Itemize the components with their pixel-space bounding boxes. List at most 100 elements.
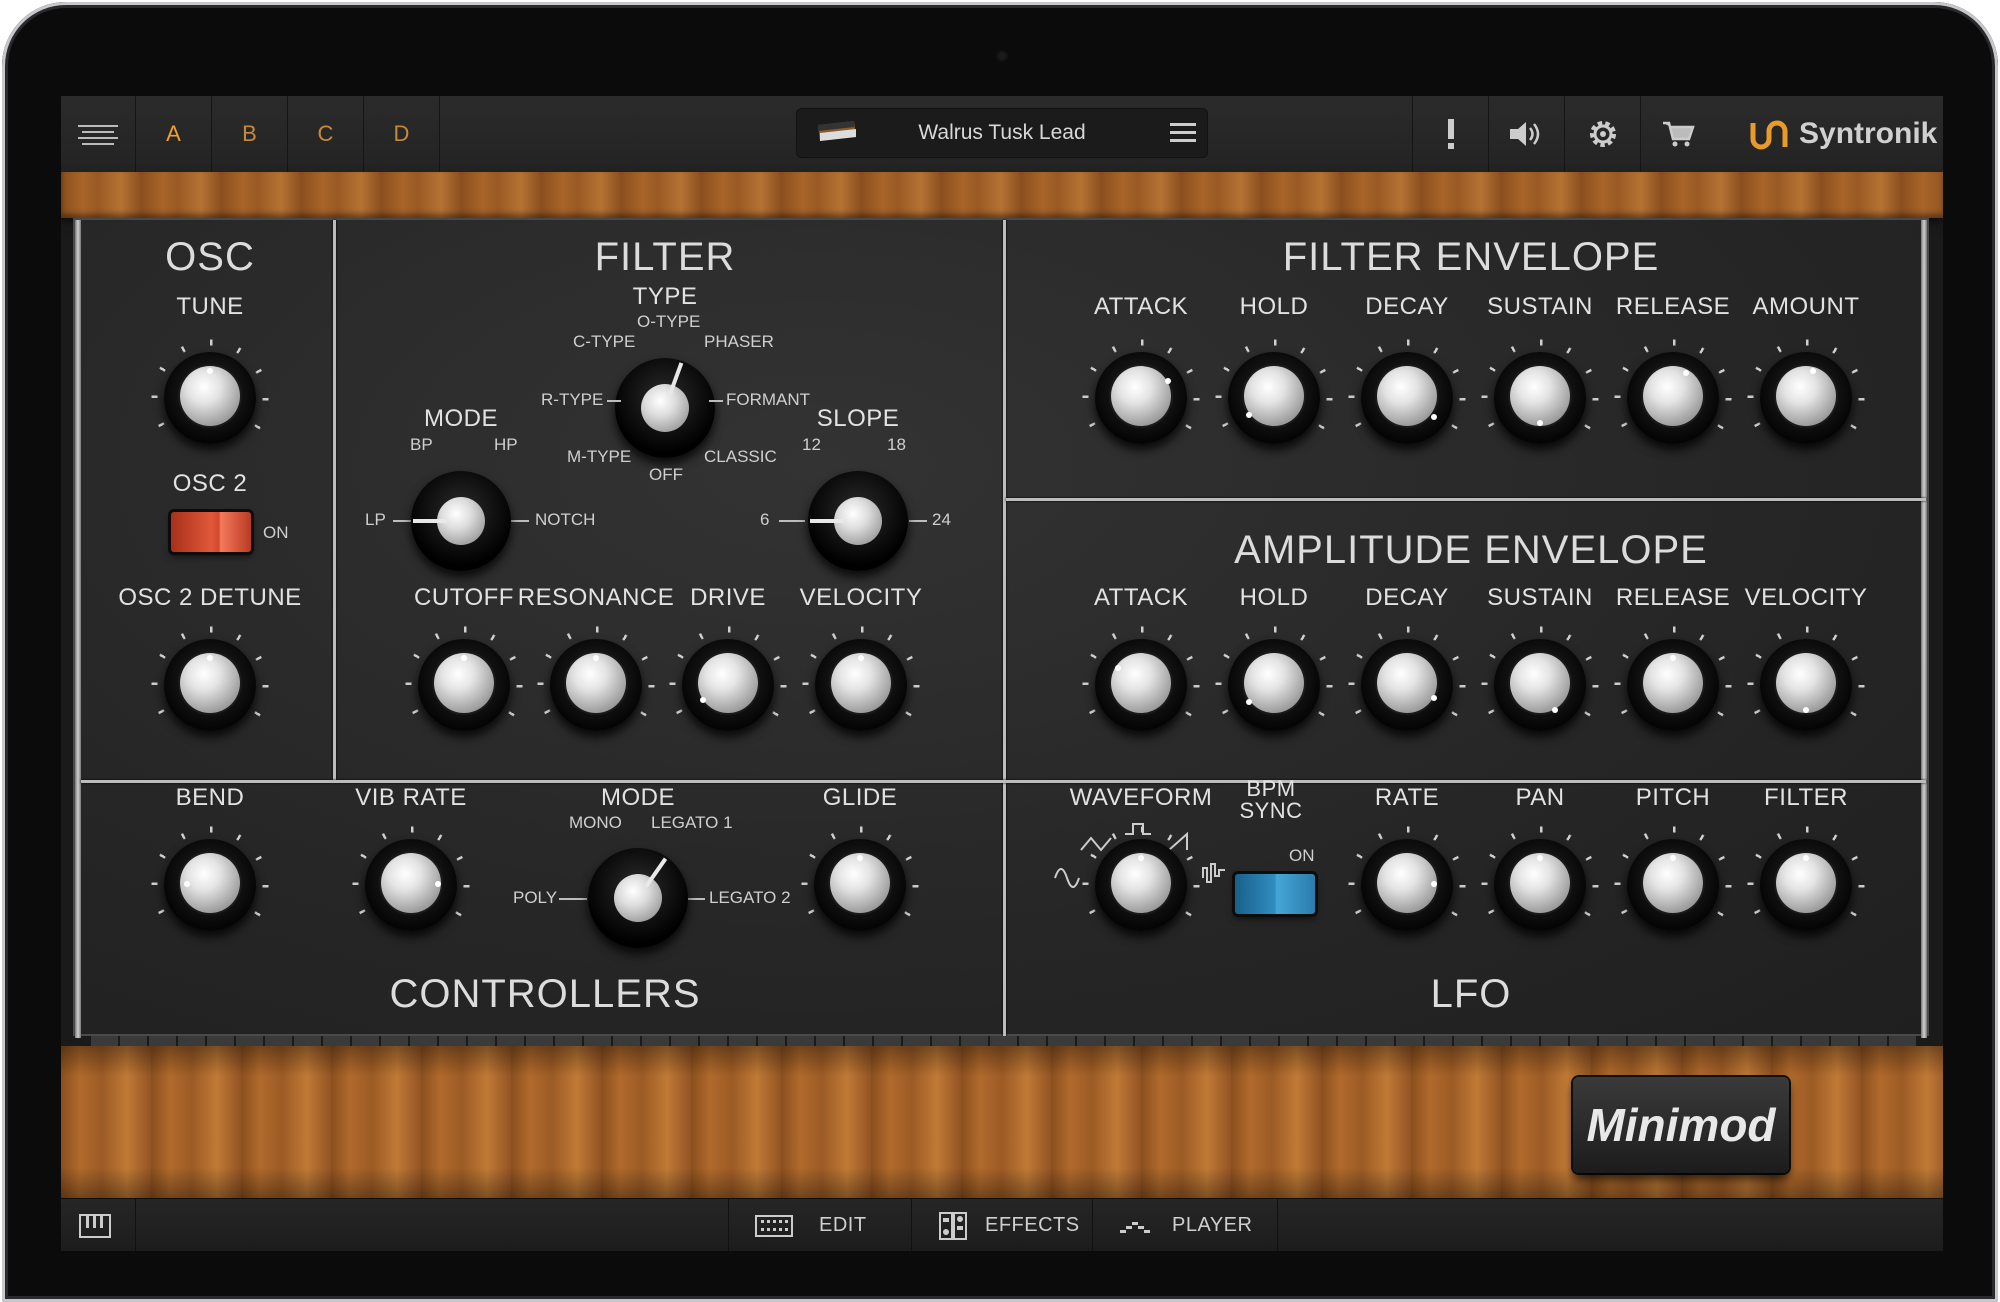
bend-knob[interactable]	[150, 825, 270, 945]
minimod-badge: Minimod	[1573, 1077, 1789, 1173]
osc2-switch[interactable]	[171, 512, 251, 552]
bpm-sync-switch[interactable]	[1235, 874, 1315, 914]
vib-rate-knob[interactable]	[351, 825, 471, 945]
controllers-mode-selector[interactable]	[588, 848, 688, 948]
aenv-decay-label: DECAY	[1365, 584, 1449, 611]
settings-button[interactable]	[1564, 96, 1640, 172]
preset-name: Walrus Tusk Lead	[918, 121, 1086, 144]
cutoff-knob[interactable]	[404, 625, 524, 745]
slot-c-label: C	[317, 121, 334, 146]
type-classic: CLASSIC	[704, 447, 777, 466]
alert-button[interactable]	[1412, 96, 1488, 172]
player-label: PLAYER	[1172, 1214, 1253, 1236]
lfo-filter-knob[interactable]	[1746, 825, 1866, 945]
mode-poly: POLY	[513, 888, 558, 907]
preset-selector[interactable]: Walrus Tusk Lead	[796, 108, 1208, 158]
aenv-hold-knob[interactable]	[1214, 625, 1334, 745]
osc2-label: OSC 2	[172, 470, 248, 497]
right-rail	[1921, 220, 1927, 1038]
slot-d-button[interactable]: D	[364, 96, 440, 172]
edit-tab[interactable]: EDIT	[755, 1199, 867, 1251]
player-tab[interactable]: PLAYER	[1120, 1199, 1252, 1251]
type-phaser: PHASER	[704, 332, 774, 351]
type-line-right	[709, 400, 723, 402]
menu-button[interactable]	[61, 96, 136, 172]
fenv-hold-label: HOLD	[1239, 293, 1309, 320]
tune-knob[interactable]	[150, 338, 270, 458]
aenv-velocity-knob[interactable]	[1746, 625, 1866, 745]
slot-b-label: B	[242, 121, 257, 146]
lfo-rate-label: RATE	[1374, 784, 1440, 811]
bottom-bar: EDIT EFFECTS PLAYER	[61, 1198, 1943, 1251]
slot-c-button[interactable]: C	[288, 96, 364, 172]
filter-type-selector[interactable]	[615, 358, 715, 458]
mode-mono: MONO	[569, 813, 622, 832]
lfo-pitch-knob[interactable]	[1613, 825, 1733, 945]
mode-notch: NOTCH	[535, 510, 596, 529]
effects-label: EFFECTS	[985, 1214, 1080, 1236]
keyboard-button[interactable]	[79, 1199, 111, 1251]
aenv-attack-knob[interactable]	[1081, 625, 1201, 745]
slot-a-label: A	[166, 121, 181, 146]
osc2-detune-knob[interactable]	[150, 625, 270, 745]
mode-line-left	[393, 520, 413, 522]
cutoff-label: CUTOFF	[414, 584, 514, 611]
waveform-knob[interactable]	[1081, 825, 1201, 945]
fenv-decay-label: DECAY	[1365, 293, 1449, 320]
fenv-attack-knob[interactable]	[1081, 338, 1201, 458]
effects-tab[interactable]: EFFECTS	[939, 1199, 1080, 1251]
drive-knob[interactable]	[668, 625, 788, 745]
type-rtype: R-TYPE	[541, 390, 604, 409]
fenv-amount-knob[interactable]	[1746, 338, 1866, 458]
mode-lp: LP	[365, 510, 386, 529]
fenv-hold-knob[interactable]	[1214, 338, 1334, 458]
edit-label: EDIT	[819, 1214, 867, 1236]
resonance-label: RESONANCE	[517, 584, 675, 611]
filter-slope-selector[interactable]	[808, 471, 908, 571]
separator	[135, 1199, 136, 1251]
lfo-pan-knob[interactable]	[1480, 825, 1600, 945]
glide-knob[interactable]	[800, 825, 920, 945]
fenv-release-label: RELEASE	[1615, 293, 1731, 320]
filter-velocity-label: VELOCITY	[799, 584, 923, 611]
resonance-knob[interactable]	[536, 625, 656, 745]
filter-mode-selector[interactable]	[411, 471, 511, 571]
fenv-sustain-knob[interactable]	[1480, 338, 1600, 458]
amp-env-title: AMPLITUDE ENVELOPE	[1234, 528, 1708, 572]
filter-velocity-knob[interactable]	[801, 625, 921, 745]
player-icon	[1120, 1221, 1150, 1233]
tune-label: TUNE	[176, 293, 244, 320]
controllers-mode-label: MODE	[601, 784, 675, 811]
cmode-line-left	[559, 898, 587, 900]
slope-18: 18	[887, 435, 906, 454]
filter-type-label: TYPE	[632, 283, 698, 310]
aenv-sustain-knob[interactable]	[1480, 625, 1600, 745]
alert-icon	[1447, 119, 1454, 149]
slot-a-button[interactable]: A	[136, 96, 212, 172]
cmode-line-right	[685, 898, 705, 900]
slot-b-button[interactable]: B	[212, 96, 288, 172]
osc2-detune-label: OSC 2 DETUNE	[118, 584, 302, 611]
type-formant: FORMANT	[726, 390, 811, 409]
hamburger-icon[interactable]	[1170, 122, 1196, 144]
aenv-decay-knob[interactable]	[1347, 625, 1467, 745]
keyboard-icon	[79, 1213, 111, 1238]
effects-icon	[939, 1211, 967, 1240]
separator	[1092, 1199, 1093, 1251]
aenv-release-knob[interactable]	[1613, 625, 1733, 745]
synth-panel: OSC TUNE OSC 2 ON OSC 2 DETUNE FILTER TY…	[73, 218, 1929, 1038]
waveform-label: WAVEFORM	[1069, 784, 1213, 811]
fenv-release-knob[interactable]	[1613, 338, 1733, 458]
mode-hp: HP	[494, 435, 518, 454]
app-screen: A B C D Walrus Tusk Lead Syntronik OSC T…	[61, 96, 1943, 1251]
lfo-rate-knob[interactable]	[1347, 825, 1467, 945]
fenv-decay-knob[interactable]	[1347, 338, 1467, 458]
aenv-release-label: RELEASE	[1615, 584, 1731, 611]
type-ctype: C-TYPE	[573, 332, 636, 351]
separator	[911, 1199, 912, 1251]
osc2-on-label: ON	[263, 523, 289, 542]
filter-env-title: FILTER ENVELOPE	[1282, 235, 1660, 279]
shop-button[interactable]	[1640, 96, 1716, 172]
volume-button[interactable]	[1488, 96, 1564, 172]
controllers-title: CONTROLLERS	[389, 972, 701, 1016]
